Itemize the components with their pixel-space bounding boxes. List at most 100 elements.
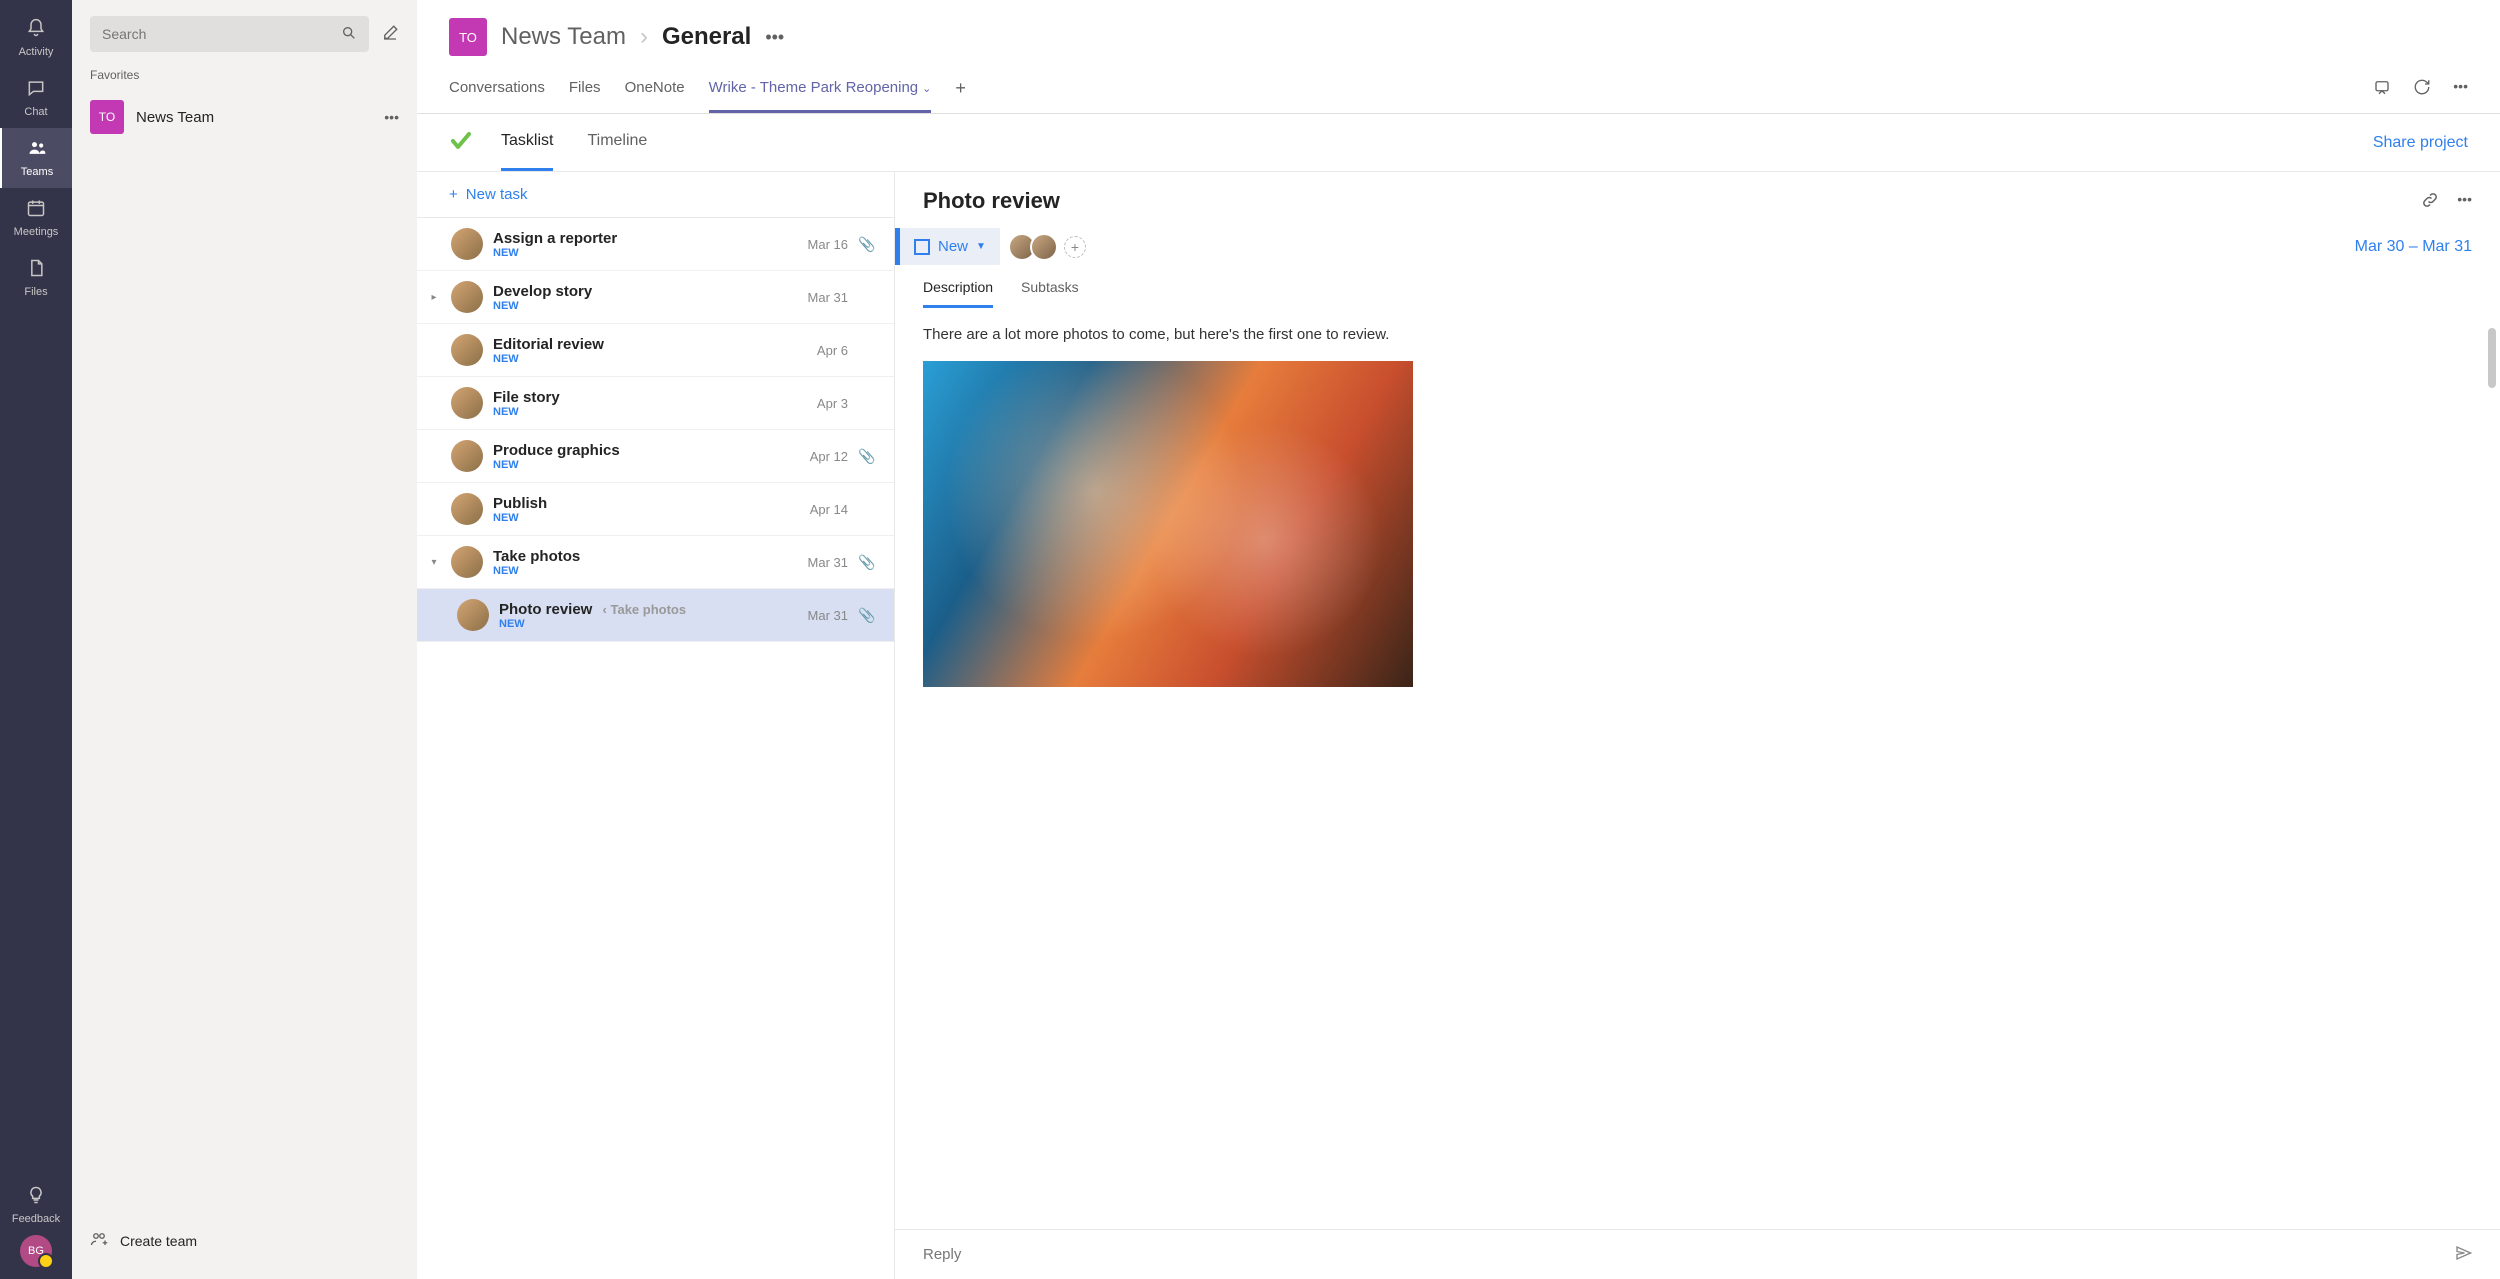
reply-box[interactable] [895, 1229, 2500, 1279]
tab-files[interactable]: Files [569, 79, 601, 113]
assignee-list: + [1000, 233, 1100, 261]
paperclip-icon: 📎 [858, 448, 874, 465]
chat-icon [26, 78, 46, 104]
task-row[interactable]: Produce graphics NEW Apr 12 📎 [417, 430, 894, 483]
search-icon [341, 25, 357, 44]
breadcrumb-channel: General [662, 23, 751, 51]
rail-activity[interactable]: Activity [0, 8, 72, 68]
description-body: There are a lot more photos to come, but… [895, 308, 2500, 1229]
tab-subtasks[interactable]: Subtasks [1021, 279, 1079, 308]
expand-icon[interactable]: ▸ [427, 292, 441, 303]
assignee-avatar [451, 440, 483, 472]
tab-description[interactable]: Description [923, 279, 993, 308]
rail-files[interactable]: Files [0, 248, 72, 308]
rail-label: Teams [21, 166, 53, 178]
rail-chat[interactable]: Chat [0, 68, 72, 128]
rail-feedback[interactable]: Feedback [0, 1175, 72, 1235]
share-project-button[interactable]: Share project [2373, 134, 2468, 152]
teams-icon [27, 138, 47, 164]
lightbulb-icon [26, 1185, 46, 1211]
team-name: News Team [136, 109, 372, 126]
assignee-avatar [451, 493, 483, 525]
rail-meetings[interactable]: Meetings [0, 188, 72, 248]
tab-more-icon[interactable]: ••• [2453, 78, 2468, 99]
send-icon[interactable] [2454, 1244, 2472, 1265]
checkbox-icon [914, 239, 930, 255]
create-team-button[interactable]: Create team [72, 1218, 417, 1263]
create-team-icon [90, 1230, 108, 1251]
expand-chat-icon[interactable] [2373, 78, 2391, 99]
task-row[interactable]: ▾ Take photos NEW Mar 31 📎 [417, 536, 894, 589]
assignee-avatar[interactable] [1030, 233, 1058, 261]
rail-label: Meetings [14, 226, 59, 238]
favorites-label: Favorites [72, 68, 417, 92]
user-avatar[interactable]: BG [20, 1235, 52, 1267]
tab-wrike[interactable]: Wrike - Theme Park Reopening⌄ [709, 79, 932, 113]
assignee-avatar [451, 546, 483, 578]
task-row[interactable]: Editorial review NEW Apr 6 [417, 324, 894, 377]
detail-title: Photo review [923, 188, 2409, 214]
channel-avatar: TO [449, 18, 487, 56]
reply-input[interactable] [923, 1246, 2454, 1263]
tab-onenote[interactable]: OneNote [625, 79, 685, 113]
refresh-icon[interactable] [2413, 78, 2431, 99]
tab-conversations[interactable]: Conversations [449, 79, 545, 113]
channel-header: TO News Team › General ••• Conversations… [417, 0, 2500, 114]
rail-teams[interactable]: Teams [0, 128, 72, 188]
team-row-news[interactable]: TO News Team ••• [72, 92, 417, 142]
channel-content: TO News Team › General ••• Conversations… [417, 0, 2500, 1279]
task-row[interactable]: ▸ Develop story NEW Mar 31 [417, 271, 894, 324]
collapse-icon[interactable]: ▾ [427, 557, 441, 568]
paperclip-icon: 📎 [858, 236, 874, 253]
bell-icon [26, 18, 46, 44]
create-team-label: Create team [120, 1233, 197, 1249]
assignee-avatar [451, 387, 483, 419]
chevron-down-icon[interactable]: ⌄ [922, 83, 931, 95]
more-icon[interactable]: ••• [384, 109, 399, 125]
task-detail: Photo review ••• New ▼ [895, 172, 2500, 1279]
assignee-avatar [451, 334, 483, 366]
scrollbar[interactable] [2488, 328, 2496, 388]
task-list: + New task Assign a reporter NEW Mar 16 [417, 172, 895, 1279]
detail-meta: New ▼ + Mar 30 – Mar 31 [895, 228, 2500, 265]
detail-more-icon[interactable]: ••• [2457, 191, 2472, 212]
task-row[interactable]: Assign a reporter NEW Mar 16 📎 [417, 218, 894, 271]
assignee-avatar [451, 228, 483, 260]
new-task-button[interactable]: + New task [417, 172, 894, 218]
paperclip-icon: 📎 [858, 607, 874, 624]
assignee-avatar [457, 599, 489, 631]
add-tab-icon[interactable]: + [955, 78, 966, 113]
channel-more-icon[interactable]: ••• [765, 27, 784, 48]
subtask-row[interactable]: Photo review ‹ Take photos NEW Mar 31 📎 [417, 589, 894, 642]
search-box[interactable] [90, 16, 369, 52]
rail-label: Feedback [12, 1213, 60, 1225]
compose-icon[interactable] [381, 24, 399, 45]
task-row[interactable]: File story NEW Apr 3 [417, 377, 894, 430]
team-avatar: TO [90, 100, 124, 134]
status-dropdown[interactable]: New ▼ [900, 228, 1000, 265]
app-rail: Activity Chat Teams Meetings Files [0, 0, 72, 1279]
team-panel: Favorites TO News Team ••• Create team [72, 0, 417, 1279]
wrike-tab-tasklist[interactable]: Tasklist [501, 114, 553, 171]
wrike-toolbar: Tasklist Timeline Share project [417, 114, 2500, 172]
date-range[interactable]: Mar 30 – Mar 31 [2355, 238, 2500, 256]
rail-label: Chat [24, 106, 47, 118]
breadcrumb: TO News Team › General ••• [449, 18, 2468, 56]
wrike-logo-icon [449, 128, 473, 158]
search-input[interactable] [102, 26, 341, 42]
wrike-app: Tasklist Timeline Share project + New ta… [417, 114, 2500, 1279]
rail-label: Activity [19, 46, 54, 58]
attached-image[interactable] [923, 361, 1413, 687]
assignee-avatar [451, 281, 483, 313]
plus-icon: + [449, 186, 458, 203]
chevron-right-icon: › [640, 23, 648, 51]
task-row[interactable]: Publish NEW Apr 14 [417, 483, 894, 536]
file-icon [26, 258, 46, 284]
calendar-icon [26, 198, 46, 224]
paperclip-icon: 📎 [858, 554, 874, 571]
wrike-tab-timeline[interactable]: Timeline [587, 114, 647, 171]
permalink-icon[interactable] [2421, 191, 2439, 212]
breadcrumb-team[interactable]: News Team [501, 23, 626, 51]
caret-down-icon: ▼ [976, 241, 986, 252]
add-assignee-button[interactable]: + [1064, 236, 1086, 258]
